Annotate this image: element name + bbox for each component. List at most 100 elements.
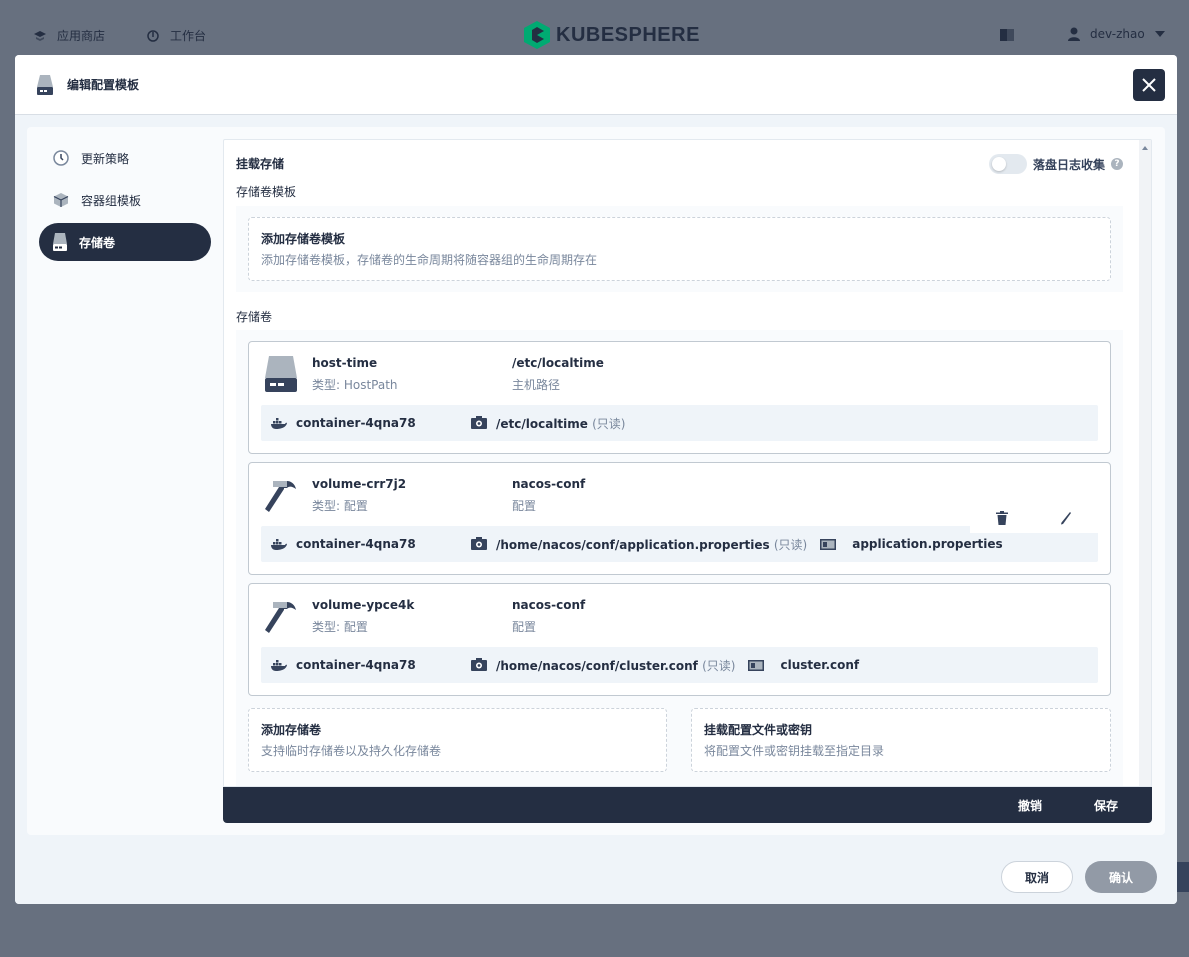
app-store-link[interactable]: 应用商店	[33, 27, 105, 44]
volume-type: 类型: 配置	[312, 620, 368, 634]
modal-footer: 取消 确认	[15, 847, 1177, 904]
username: dev-zhao	[1090, 27, 1145, 41]
clock-icon	[53, 150, 69, 166]
save-button[interactable]: 保存	[1094, 797, 1118, 814]
workbench-label: 工作台	[170, 29, 207, 43]
docker-icon	[271, 660, 287, 671]
readonly-badge: (只读)	[592, 416, 626, 431]
mount-row: container-4qna78 /etc/localtime (只读)	[261, 405, 1098, 441]
volume-name: host-time	[312, 356, 378, 370]
mount-path-info: /home/nacos/conf/application.properties …	[471, 536, 1003, 553]
background-widget-edge	[1177, 862, 1189, 892]
volumes-section-title: 存储卷	[236, 310, 273, 324]
mount-icon	[471, 416, 487, 429]
disk-icon	[265, 356, 297, 392]
add-volume-desc: 支持临时存储卷以及持久化存储卷	[261, 744, 442, 758]
volume-type: 类型: HostPath	[312, 378, 398, 392]
add-volume-template-title: 添加存储卷模板	[261, 232, 346, 246]
docker-icon	[271, 418, 287, 429]
volume-template-group: 添加存储卷模板 添加存储卷模板，存储卷的生命周期将随容器组的生命周期存在	[236, 206, 1123, 292]
user-menu[interactable]: dev-zhao	[1068, 27, 1165, 41]
scrollbar[interactable]	[1139, 140, 1151, 786]
sidebar-item-label: 存储卷	[79, 235, 116, 250]
mount-storage-title: 挂载存储	[236, 157, 285, 171]
kubesphere-logo-icon	[524, 21, 550, 49]
volume-card-ypce4k[interactable]: volume-ypce4k 类型: 配置 nacos-conf 配置 conta…	[248, 583, 1111, 696]
app-store-icon	[34, 30, 46, 41]
user-icon	[1068, 27, 1080, 41]
cancel-button[interactable]: 取消	[1001, 861, 1073, 893]
add-volume-template-desc: 添加存储卷模板，存储卷的生命周期将随容器组的生命周期存在	[261, 253, 598, 267]
volume-name: volume-crr7j2	[312, 477, 407, 491]
readonly-badge: (只读)	[702, 658, 736, 673]
hammer-icon	[265, 602, 296, 633]
help-icon[interactable]: ?	[1111, 158, 1123, 170]
confirm-button[interactable]: 确认	[1085, 861, 1157, 893]
theme-toggle-icon[interactable]	[1000, 29, 1014, 41]
container-name: container-4qna78	[296, 537, 416, 551]
docker-icon	[271, 539, 287, 550]
disk-icon	[53, 233, 67, 251]
mount-config-desc: 将配置文件或密钥挂载至指定目录	[704, 744, 885, 758]
volume-source: nacos-conf	[512, 477, 586, 491]
volume-type: 类型: 配置	[312, 499, 368, 513]
sidebar-item-volumes[interactable]: 存储卷	[39, 223, 211, 261]
close-button[interactable]	[1133, 69, 1165, 101]
container-name: container-4qna78	[296, 416, 416, 430]
config-file: cluster.conf	[748, 658, 859, 672]
workbench-link[interactable]: 工作台	[146, 27, 206, 44]
mount-icon	[471, 537, 487, 550]
cube-icon	[53, 193, 69, 207]
volume-card-crr7j2[interactable]: volume-crr7j2 类型: 配置 nacos-conf 配置 conta…	[248, 462, 1111, 575]
log-collection-toggle-group: 落盘日志收集 ?	[988, 154, 1123, 174]
trash-icon[interactable]	[996, 511, 1008, 525]
edit-icon[interactable]	[1060, 511, 1072, 525]
file-icon	[820, 538, 837, 550]
add-volume-template-card[interactable]: 添加存储卷模板 添加存储卷模板，存储卷的生命周期将随容器组的生命周期存在	[248, 217, 1111, 281]
mount-config-title: 挂载配置文件或密钥	[704, 723, 813, 737]
sidebar-item-label: 更新策略	[81, 151, 130, 166]
logo-text: KUBESPHERE	[556, 23, 700, 46]
container-info: container-4qna78	[271, 416, 416, 430]
modal-body: 更新策略 容器组模板 存储卷 挂载存储 落盘日志收集 ? 存储卷模板 添加存储卷…	[27, 127, 1165, 835]
log-collection-toggle[interactable]	[988, 154, 1027, 174]
config-file-name: cluster.conf	[780, 658, 860, 672]
sidebar-item-update-strategy[interactable]: 更新策略	[39, 139, 211, 177]
kubesphere-logo[interactable]: KUBESPHERE	[524, 21, 700, 49]
volume-source: /etc/localtime	[512, 356, 604, 370]
container-name: container-4qna78	[296, 658, 416, 672]
config-file-name: application.properties	[852, 537, 1003, 551]
mount-path-info: /home/nacos/conf/cluster.conf (只读) clust…	[471, 657, 859, 674]
modal-title: 编辑配置模板	[67, 78, 140, 92]
config-file: application.properties	[820, 537, 1003, 551]
card-actions	[970, 503, 1098, 533]
add-volume-card[interactable]: 添加存储卷 支持临时存储卷以及持久化存储卷	[248, 708, 667, 772]
volume-name: volume-ypce4k	[312, 598, 415, 612]
sidebar-item-pod-template[interactable]: 容器组模板	[39, 181, 211, 219]
file-icon	[748, 659, 765, 671]
disk-icon	[37, 74, 53, 95]
volume-source-type: 配置	[512, 499, 537, 513]
workbench-icon	[147, 29, 159, 42]
scroll-up-arrow-icon[interactable]	[1142, 146, 1148, 150]
revert-button[interactable]: 撤销	[1018, 797, 1042, 814]
mount-config-card[interactable]: 挂载配置文件或密钥 将配置文件或密钥挂载至指定目录	[691, 708, 1111, 772]
readonly-badge: (只读)	[773, 537, 808, 552]
container-info: container-4qna78	[271, 537, 416, 551]
sidebar: 更新策略 容器组模板 存储卷	[39, 139, 211, 265]
mount-path: /etc/localtime	[496, 416, 588, 431]
edit-config-template-modal: 编辑配置模板 更新策略 容器组模板 存储卷 挂载存储 落盘日志收集 ? 存储卷模…	[15, 55, 1177, 904]
volume-card-host-time[interactable]: host-time 类型: HostPath /etc/localtime 主机…	[248, 341, 1111, 454]
volume-source: nacos-conf	[512, 598, 586, 612]
chevron-down-icon	[1154, 31, 1165, 37]
sidebar-item-label: 容器组模板	[81, 193, 142, 208]
mount-icon	[471, 658, 487, 671]
mount-path: /home/nacos/conf/cluster.conf	[496, 658, 698, 673]
hammer-icon	[265, 481, 296, 512]
add-volume-title: 添加存储卷	[261, 723, 322, 737]
mount-row: container-4qna78 /home/nacos/conf/cluste…	[261, 647, 1098, 683]
volumes-panel: 挂载存储 落盘日志收集 ? 存储卷模板 添加存储卷模板 添加存储卷模板，存储卷的…	[223, 139, 1152, 787]
volume-source-type: 配置	[512, 620, 537, 634]
scroll-thumb[interactable]	[1141, 156, 1149, 776]
app-store-label: 应用商店	[57, 29, 106, 43]
